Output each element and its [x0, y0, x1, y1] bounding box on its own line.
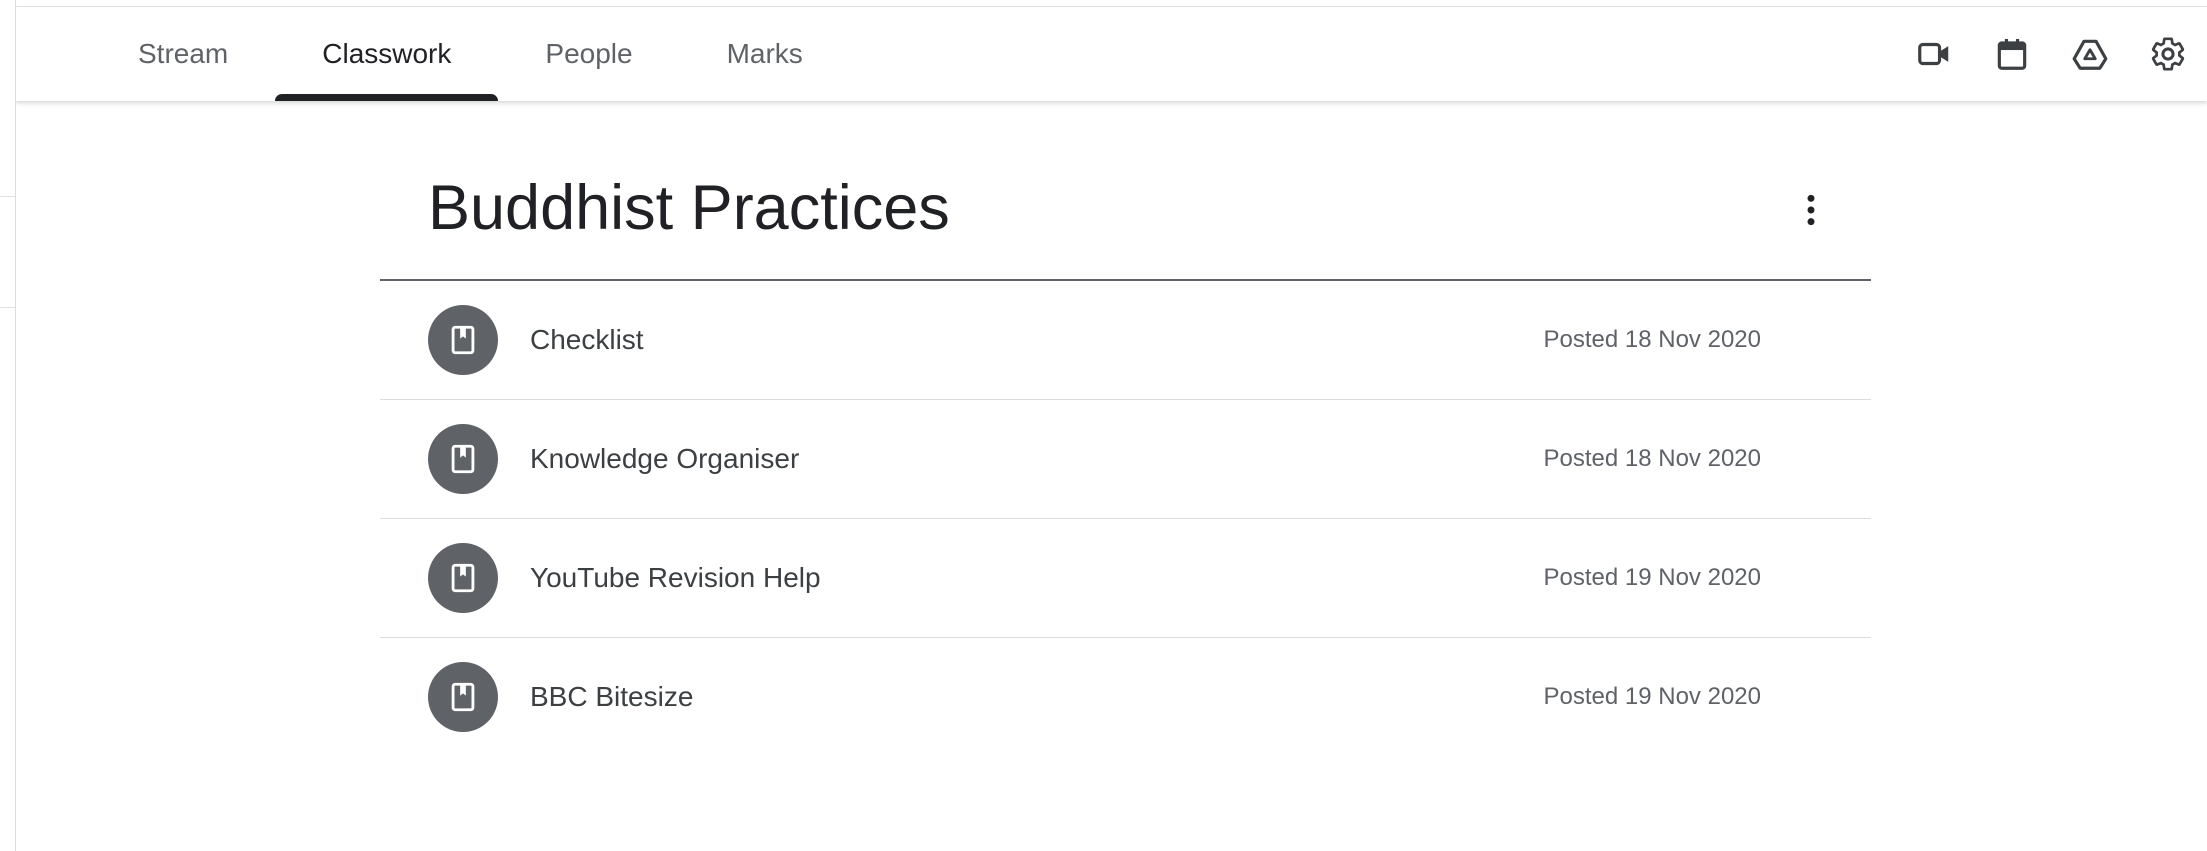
material-icon — [428, 543, 498, 613]
material-icon — [428, 424, 498, 494]
item-title: Checklist — [530, 324, 644, 355]
calendar-button[interactable] — [1973, 15, 2051, 93]
rail-divider — [0, 196, 15, 197]
tab-label: People — [545, 38, 633, 69]
topic-header: Buddhist Practices — [380, 102, 1871, 281]
item-title: Knowledge Organiser — [530, 443, 800, 474]
topic-title: Buddhist Practices — [428, 173, 950, 243]
tab-label: Marks — [726, 38, 803, 69]
tab-people[interactable]: People — [498, 7, 679, 101]
item-title: BBC Bitesize — [530, 681, 694, 712]
class-settings-button[interactable] — [2129, 15, 2207, 93]
tab-stream[interactable]: Stream — [91, 7, 275, 101]
item-posted-date: Posted 19 Nov 2020 — [1543, 564, 1762, 591]
list-item[interactable]: BBC Bitesize Posted 19 Nov 2020 — [380, 638, 1871, 756]
drive-folder-button[interactable] — [2051, 15, 2129, 93]
tab-indicator — [275, 94, 499, 101]
drive-icon — [2072, 39, 2108, 70]
top-navigation-bar: Stream Classwork People Marks — [16, 7, 2207, 101]
video-camera-icon — [1918, 42, 1949, 66]
material-icon — [428, 662, 498, 732]
list-item[interactable]: Checklist Posted 18 Nov 2020 — [380, 281, 1871, 400]
material-icon — [428, 305, 498, 375]
item-posted-date: Posted 18 Nov 2020 — [1543, 445, 1762, 472]
settings-icon — [2151, 37, 2185, 71]
more-vert-icon — [1807, 194, 1815, 226]
meet-button[interactable] — [1895, 15, 1973, 93]
tab-marks[interactable]: Marks — [680, 7, 850, 101]
item-title: YouTube Revision Help — [530, 562, 821, 593]
item-posted-date: Posted 19 Nov 2020 — [1543, 683, 1762, 710]
tab-list: Stream Classwork People Marks — [91, 7, 850, 101]
item-posted-date: Posted 18 Nov 2020 — [1543, 326, 1762, 353]
calendar-icon — [1997, 38, 2027, 70]
tab-classwork[interactable]: Classwork — [275, 7, 499, 101]
toolbar — [1895, 7, 2207, 101]
tab-label: Classwork — [322, 38, 452, 69]
left-rail — [0, 0, 16, 851]
tab-label: Stream — [138, 38, 229, 69]
topic-options-button[interactable] — [1785, 184, 1837, 236]
list-item[interactable]: Knowledge Organiser Posted 18 Nov 2020 — [380, 400, 1871, 519]
classwork-content: Buddhist Practices Checklist Posted 18 N… — [380, 102, 1871, 756]
rail-divider — [0, 307, 15, 308]
list-item[interactable]: YouTube Revision Help Posted 19 Nov 2020 — [380, 519, 1871, 638]
